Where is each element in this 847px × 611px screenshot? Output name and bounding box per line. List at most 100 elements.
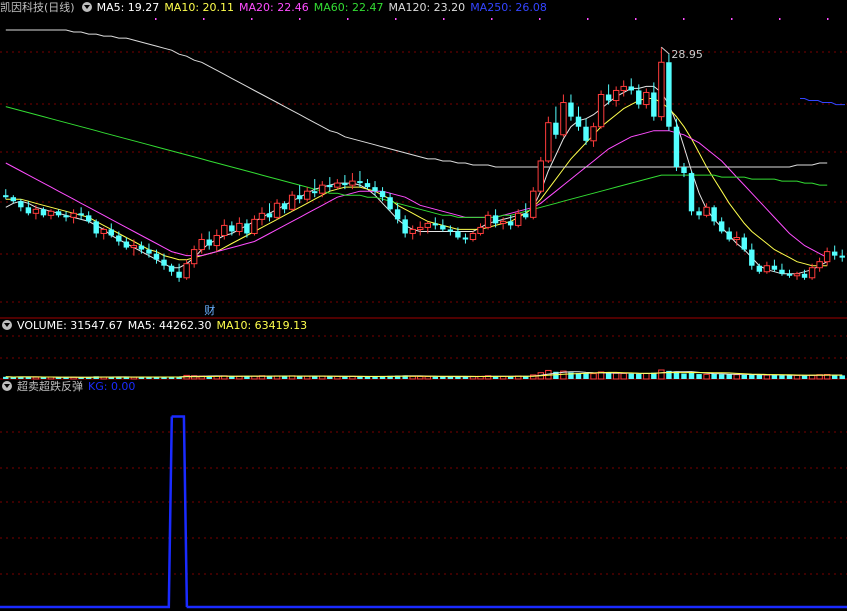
candle-body [130, 245, 138, 249]
volume-bar [409, 375, 416, 380]
candle-body [63, 215, 69, 218]
candle-body [688, 173, 695, 212]
candle-body [18, 201, 24, 208]
volume-bar [507, 376, 514, 379]
volume-bar [620, 372, 627, 380]
candle-body [839, 255, 845, 258]
candle-body [349, 180, 356, 186]
top-tick-mark [491, 18, 493, 20]
candle-body [440, 225, 446, 230]
volume-bar [303, 375, 311, 380]
volume-bar [364, 376, 371, 379]
kd-indicator-label-0: KG: 0.00 [88, 380, 136, 393]
candle-body [530, 190, 537, 218]
candle-body [523, 213, 529, 218]
candle-body [176, 271, 182, 278]
candle-body [236, 222, 243, 232]
volume-bar [605, 373, 612, 379]
candle-body [560, 102, 567, 136]
candle-body [198, 239, 205, 251]
candle-body [455, 231, 461, 238]
candle-body [32, 208, 40, 214]
candle-body [190, 249, 198, 265]
candle-body [273, 202, 281, 218]
top-tick-mark [299, 18, 301, 20]
candle-body [221, 224, 228, 236]
volume-bar [590, 373, 597, 380]
candle-body [319, 184, 326, 194]
candle-body [605, 94, 612, 101]
volume-bar [771, 375, 778, 379]
volume-bar [236, 375, 243, 380]
financial-report-marker[interactable]: 财 [204, 303, 215, 317]
volume-bar [696, 374, 702, 379]
candle-body [636, 90, 642, 105]
top-tick-mark [347, 18, 349, 20]
candle-body [733, 237, 740, 241]
price-panel-header: 凯因科技(日线) MA5: 19.27 MA10: 20.11 MA20: 22.46… [0, 0, 557, 16]
volume-bar [681, 373, 687, 379]
candle-body [168, 265, 175, 272]
top-tick-mark [827, 18, 829, 20]
volume-bar [786, 375, 793, 379]
chevron-down-icon[interactable] [81, 2, 92, 12]
candle-body [417, 226, 424, 230]
candle-body [568, 102, 574, 117]
candle-body [25, 207, 32, 214]
candle-body [793, 273, 801, 277]
candle-body [507, 221, 514, 226]
chevron-down-icon[interactable] [2, 320, 12, 330]
volume-bar [831, 375, 838, 379]
candle-body [100, 228, 107, 234]
top-tick-mark [731, 18, 733, 20]
volume-bar [342, 376, 348, 379]
candle-body [342, 183, 348, 186]
volume-bar [756, 374, 763, 379]
candle-body [553, 122, 559, 135]
candle-body [153, 253, 160, 260]
top-tick-mark [683, 18, 685, 20]
top-tick-mark [251, 18, 253, 20]
candle-body [726, 231, 732, 240]
candle-body [55, 211, 62, 216]
volume-bar [432, 376, 439, 379]
kd-signal-line [0, 415, 847, 609]
ma-indicator-label-5: MA250: 26.08 [470, 1, 547, 14]
candle-body [424, 222, 431, 228]
candle-body [183, 263, 190, 279]
volume-bar [612, 372, 620, 380]
candle-body [379, 191, 386, 198]
candle-body [327, 185, 333, 188]
candle-body [681, 167, 687, 174]
candle-body [816, 261, 823, 269]
ma-indicator-label-1: MA10: 20.11 [164, 1, 235, 14]
candle-body [597, 93, 605, 128]
candle-body [244, 223, 250, 234]
indicator-title: 超卖超跌反弹 [17, 380, 83, 393]
candle-body [651, 92, 657, 117]
candle-body [251, 218, 258, 234]
candle-body [779, 269, 785, 274]
candle-body [583, 126, 589, 141]
volume-bar [417, 375, 424, 380]
candle-body [432, 223, 439, 226]
volume-bar [801, 375, 808, 379]
top-tick-mark [779, 18, 781, 20]
top-tick-mark [395, 18, 397, 20]
candle-body [387, 197, 393, 210]
volume-indicator-label-1: MA5: 44262.30 [127, 319, 212, 332]
stock-chart-canvas[interactable]: 28.95 财 [0, 0, 847, 611]
candle-body [537, 160, 545, 192]
candle-body [628, 86, 634, 91]
candle-body [643, 91, 650, 106]
candle-body [409, 228, 416, 234]
volume-bar [741, 374, 747, 379]
volume-bar [658, 369, 665, 380]
candle-body [696, 211, 702, 216]
candle-body [823, 251, 831, 263]
chevron-down-icon[interactable] [2, 381, 12, 391]
stock-name: 凯因科技(日线) [0, 1, 75, 14]
high-annotation-pointer [661, 46, 670, 55]
top-tick-mark [587, 18, 589, 20]
ma-indicator-label-0: MA5: 19.27 [96, 1, 160, 14]
